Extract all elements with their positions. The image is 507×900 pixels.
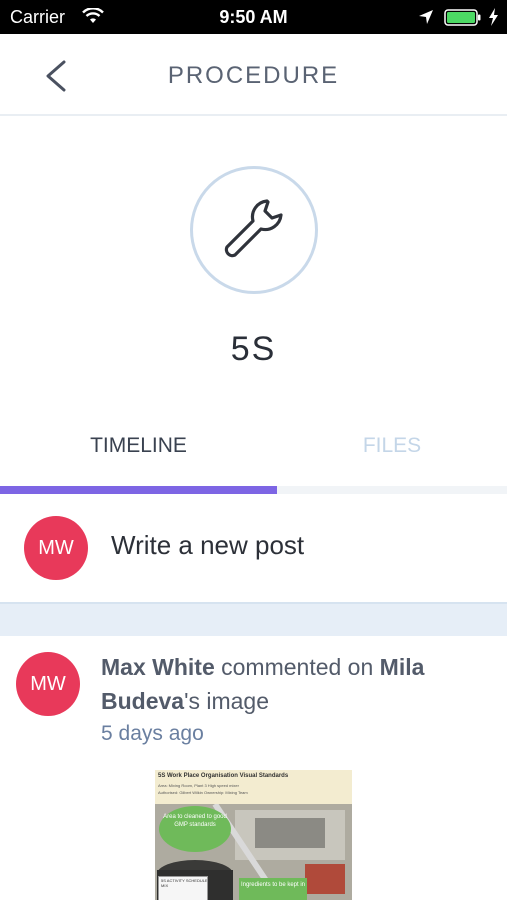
activity-suffix: 's image bbox=[184, 688, 270, 714]
activity-timestamp: 5 days ago bbox=[101, 722, 204, 745]
image-subtitle: Area: Mixing Room, Plant 3 High speed mi… bbox=[158, 783, 239, 788]
procedure-name: 5S bbox=[230, 330, 277, 368]
tab-indicator-track bbox=[0, 486, 507, 494]
schedule-card-line: MIX bbox=[161, 883, 169, 888]
new-post-prompt[interactable]: Write a new post bbox=[111, 530, 304, 561]
navigation-header: PROCEDURE bbox=[0, 34, 507, 116]
section-divider bbox=[0, 602, 507, 636]
charging-icon bbox=[489, 8, 498, 26]
tab-files[interactable]: FILES bbox=[277, 420, 507, 488]
battery-icon bbox=[444, 9, 481, 26]
wrench-icon bbox=[224, 199, 283, 258]
tab-timeline[interactable]: TIMELINE bbox=[0, 420, 277, 488]
image-schedule-card: 5S ACTIVITY SCHEDULE MIX bbox=[158, 876, 208, 900]
activity-action: commented on bbox=[214, 654, 380, 680]
page-title: PROCEDURE bbox=[167, 62, 340, 89]
image-subtitle: Authorised: Gilbert Wilkin Ownership: Mi… bbox=[158, 790, 248, 795]
new-post-composer[interactable]: MW Write a new post bbox=[0, 494, 507, 602]
tab-files-label: FILES bbox=[362, 434, 422, 457]
activity-text: Max White commented on Mila Budeva's ima… bbox=[101, 650, 491, 718]
location-icon bbox=[419, 10, 433, 24]
image-title: 5S Work Place Organisation Visual Standa… bbox=[158, 773, 289, 779]
image-callout-box: Ingredients to be kept in bbox=[239, 878, 307, 900]
procedure-icon-circle bbox=[190, 166, 318, 294]
tab-bar: TIMELINE FILES bbox=[0, 420, 507, 494]
attached-image[interactable]: 5S Work Place Organisation Visual Standa… bbox=[155, 770, 352, 900]
activity-item[interactable]: MW Max White commented on Mila Budeva's … bbox=[0, 636, 507, 900]
image-header: 5S Work Place Organisation Visual Standa… bbox=[155, 770, 352, 804]
status-bar: Carrier 9:50 AM bbox=[0, 0, 507, 34]
tab-active-indicator bbox=[0, 486, 277, 494]
actor-name[interactable]: Max White bbox=[101, 654, 215, 680]
image-callout-bubble: Area to cleaned to good GMP standards bbox=[159, 806, 231, 852]
avatar: MW bbox=[16, 652, 80, 716]
avatar: MW bbox=[24, 516, 88, 580]
tab-timeline-label: TIMELINE bbox=[90, 434, 187, 457]
